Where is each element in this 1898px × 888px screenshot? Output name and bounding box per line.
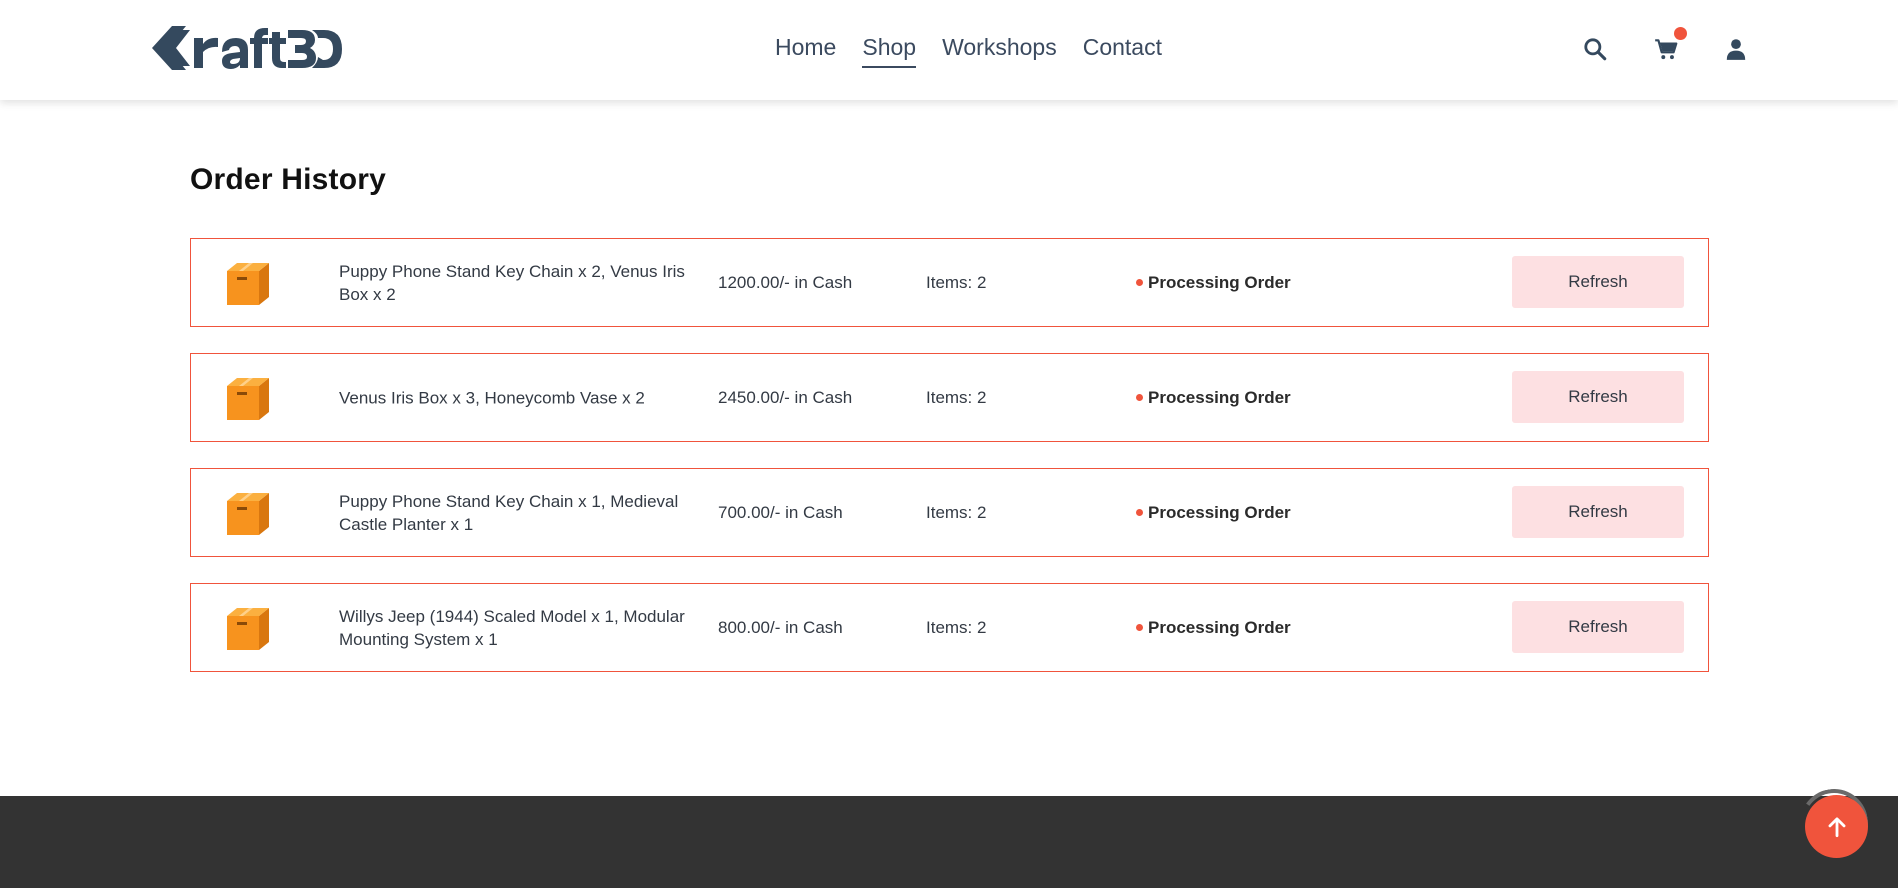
package-icon (221, 487, 273, 539)
status-dot-icon (1136, 509, 1143, 516)
order-status-label: Processing Order (1148, 272, 1291, 292)
nav-workshops[interactable]: Workshops (942, 34, 1057, 65)
order-status-label: Processing Order (1148, 617, 1291, 637)
status-dot-icon (1136, 279, 1143, 286)
package-icon (221, 602, 273, 654)
scroll-to-top-button[interactable] (1805, 795, 1868, 858)
order-status-label: Processing Order (1148, 502, 1291, 522)
order-total: 800.00/- in Cash (718, 617, 843, 637)
search-icon[interactable] (1582, 36, 1608, 62)
cart-icon[interactable] (1653, 36, 1679, 62)
order-total: 1200.00/- in Cash (718, 272, 853, 292)
order-item-count: Items: 2 (926, 502, 987, 522)
nav-home[interactable]: Home (775, 34, 836, 65)
order-items: Puppy Phone Stand Key Chain x 2, Venus I… (339, 261, 685, 304)
order-row: Puppy Phone Stand Key Chain x 2, Venus I… (190, 238, 1709, 327)
site-header: Home Shop Workshops Contact (0, 0, 1898, 100)
refresh-button[interactable]: Refresh (1512, 256, 1684, 308)
nav-contact[interactable]: Contact (1083, 34, 1162, 65)
status-dot-icon (1136, 624, 1143, 631)
main-nav: Home Shop Workshops Contact (775, 34, 1162, 68)
arrow-up-icon (1828, 816, 1845, 837)
order-list: Puppy Phone Stand Key Chain x 2, Venus I… (190, 238, 1709, 698)
order-status: Processing Order (1136, 503, 1291, 523)
order-item-count: Items: 2 (926, 387, 987, 407)
refresh-button[interactable]: Refresh (1512, 601, 1684, 653)
status-dot-icon (1136, 394, 1143, 401)
order-items: Puppy Phone Stand Key Chain x 1, Medieva… (339, 491, 679, 534)
order-row: Venus Iris Box x 3, Honeycomb Vase x 2 2… (190, 353, 1709, 442)
package-icon (221, 257, 273, 309)
kraft3d-logo-icon (152, 26, 342, 70)
order-status: Processing Order (1136, 618, 1291, 638)
order-items: Willys Jeep (1944) Scaled Model x 1, Mod… (339, 606, 685, 649)
cart-badge (1674, 27, 1687, 40)
logo[interactable] (152, 24, 342, 72)
order-status-label: Processing Order (1148, 387, 1291, 407)
site-footer (0, 796, 1898, 888)
order-total: 700.00/- in Cash (718, 502, 843, 522)
refresh-button[interactable]: Refresh (1512, 371, 1684, 423)
package-icon (221, 372, 273, 424)
order-total: 2450.00/- in Cash (718, 387, 853, 407)
order-item-count: Items: 2 (926, 617, 987, 637)
nav-shop[interactable]: Shop (862, 34, 916, 68)
order-row: Willys Jeep (1944) Scaled Model x 1, Mod… (190, 583, 1709, 672)
order-items: Venus Iris Box x 3, Honeycomb Vase x 2 (339, 388, 645, 407)
refresh-button[interactable]: Refresh (1512, 486, 1684, 538)
order-status: Processing Order (1136, 273, 1291, 293)
order-row: Puppy Phone Stand Key Chain x 1, Medieva… (190, 468, 1709, 557)
order-item-count: Items: 2 (926, 272, 987, 292)
order-status: Processing Order (1136, 388, 1291, 408)
user-icon[interactable] (1723, 36, 1749, 62)
page-title: Order History (190, 163, 386, 196)
